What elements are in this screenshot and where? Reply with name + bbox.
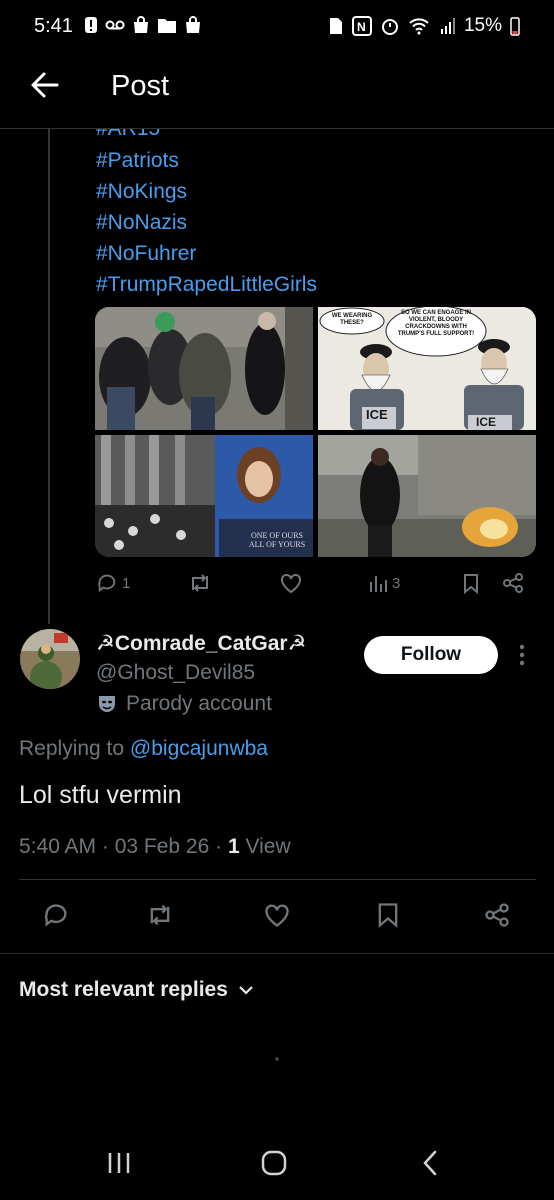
views-icon <box>370 576 387 592</box>
arrest-photo-image <box>95 307 313 430</box>
alarm-icon <box>381 19 398 35</box>
battery-icon <box>510 17 520 36</box>
media-cartoon[interactable]: WE WEARING THESE? SO WE CAN ENGAGE IN VI… <box>318 307 536 430</box>
hashtag-link[interactable]: #NoKings <box>96 180 187 204</box>
reply-icon <box>98 574 116 593</box>
rally-sign-text: ONE OF OURS ALL OF YOURS <box>248 531 306 549</box>
theater-mask-icon <box>99 696 115 712</box>
page-title: Post <box>111 70 170 102</box>
cartoon-vest-left: ICE <box>366 407 388 422</box>
shopping-bag-icon-2 <box>186 16 200 33</box>
replies-sort-dropdown[interactable]: Most relevant replies <box>19 978 254 1002</box>
replying-to: Replying to @bigcajunwba <box>19 737 268 761</box>
more-options-icon[interactable] <box>518 643 526 667</box>
hashtag-link[interactable]: #AR15 <box>96 129 160 141</box>
reply-count: 1 <box>122 574 131 592</box>
heart-icon <box>281 573 301 594</box>
back-arrow-icon[interactable] <box>30 69 60 101</box>
nfc-icon: N <box>351 16 372 36</box>
media-photo-arrest[interactable] <box>95 307 313 430</box>
replying-prefix: Replying to <box>19 737 125 760</box>
wifi-icon <box>409 18 429 35</box>
reply-icon[interactable] <box>42 901 70 929</box>
status-bar: 5:41 N 15% <box>0 0 554 55</box>
cartoon-bubble-left: WE WEARING THESE? <box>331 313 373 326</box>
hashtag-link[interactable]: #Patriots <box>96 149 179 173</box>
reply-view-count: 1 <box>227 835 240 858</box>
replying-to-link[interactable]: @bigcajunwba <box>130 737 268 760</box>
follow-button[interactable]: Follow <box>364 636 498 674</box>
reply-action[interactable]: 1 <box>96 572 130 594</box>
status-time: 5:41 <box>34 15 73 37</box>
views-action[interactable]: 3 <box>368 572 400 594</box>
bookmark-icon[interactable] <box>376 901 400 929</box>
street-photo-image <box>318 435 536 557</box>
parody-label: Parody account <box>126 692 272 715</box>
hashtag-link[interactable]: #TrumpRapedLittleGirls <box>96 273 317 297</box>
display-name[interactable]: ☭Comrade_CatGar☭ <box>96 631 306 656</box>
system-nav-bar <box>0 1125 554 1200</box>
avatar[interactable] <box>20 629 80 689</box>
folder-icon <box>158 19 176 33</box>
reply-meta: 5:40 AM · 03 Feb 26 · 1 View <box>19 835 291 859</box>
like-action[interactable] <box>279 572 303 594</box>
view-count: 3 <box>392 574 401 592</box>
loading-dot <box>275 1057 279 1061</box>
voicemail-icon <box>105 20 125 30</box>
signal-icon <box>440 18 455 34</box>
home-icon[interactable] <box>260 1149 288 1177</box>
shopping-bag-icon <box>134 16 148 33</box>
bookmark-icon <box>464 574 478 594</box>
repost-action[interactable] <box>188 572 212 594</box>
handle[interactable]: @Ghost_Devil85 <box>96 661 255 685</box>
battery-percent: 15% <box>463 15 502 36</box>
chevron-down-icon <box>239 986 253 995</box>
sim-icon <box>329 18 342 34</box>
share-icon <box>503 573 523 593</box>
bookmark-action[interactable] <box>461 572 481 594</box>
avatar-image <box>20 629 80 689</box>
share-action[interactable] <box>501 572 525 594</box>
notification-icons <box>84 16 202 34</box>
recent-apps-icon[interactable] <box>106 1150 132 1176</box>
media-street-photo[interactable] <box>318 435 536 557</box>
alert-icon <box>85 17 97 33</box>
media-grid[interactable]: WE WEARING THESE? SO WE CAN ENGAGE IN VI… <box>95 307 536 557</box>
hashtag-link[interactable]: #NoFuhrer <box>96 242 196 266</box>
media-rally-photo[interactable]: ONE OF OURS ALL OF YOURS <box>95 435 313 557</box>
replies-sort-label: Most relevant replies <box>19 978 228 1001</box>
meta-divider <box>19 879 536 880</box>
reply-view-label: View <box>239 835 291 858</box>
reply-text: Lol stfu vermin <box>19 781 182 809</box>
system-icons: N 15% <box>328 15 520 37</box>
back-nav-icon[interactable] <box>420 1149 440 1177</box>
repost-icon[interactable] <box>146 902 174 928</box>
heart-icon[interactable] <box>263 902 291 928</box>
hashtag-link[interactable]: #NoNazis <box>96 211 187 235</box>
svg-text:N: N <box>357 20 366 34</box>
reply-timestamp: 5:40 AM · 03 Feb 26 · <box>19 835 228 858</box>
cartoon-bubble-right: SO WE CAN ENGAGE IN VIOLENT, BLOODY CRAC… <box>397 310 475 337</box>
actions-divider <box>0 953 554 954</box>
cartoon-vest-right: ICE <box>476 415 497 429</box>
share-icon[interactable] <box>483 902 511 928</box>
repost-icon <box>192 574 208 592</box>
